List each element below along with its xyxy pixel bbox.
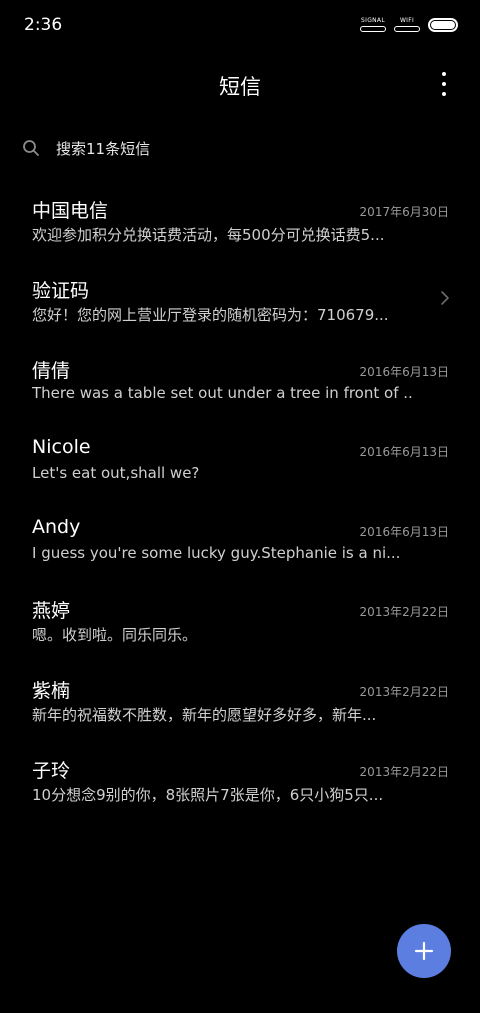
conversation-name: 燕婷: [32, 600, 71, 622]
wifi-icon: WIFI: [394, 17, 420, 32]
signal-bar: [360, 26, 386, 32]
conversation-date: 2016年6月13日: [359, 365, 449, 379]
conversation-preview: I guess you're some lucky guy.Stephanie …: [32, 544, 401, 562]
conversation-item[interactable]: 子玲 2013年2月22日 10分想念9别的你，8张照片7张是你，6只小狗5只.…: [0, 740, 480, 820]
conversation-list: 中国电信 2017年6月30日 欢迎参加积分兑换话费活动，每500分可兑换话费5…: [0, 180, 480, 820]
battery-fill: [431, 20, 455, 29]
battery-icon: [428, 17, 458, 32]
wifi-bar: [394, 26, 420, 32]
conversation-date: 2013年2月22日: [359, 765, 449, 779]
signal-icon: SIGNAL: [360, 17, 386, 32]
conversation-preview: 10分想念9别的你，8张照片7张是你，6只小狗5只...: [32, 786, 384, 804]
conversation-date: 2016年6月13日: [359, 445, 449, 459]
search-icon: [23, 140, 39, 156]
conversation-date: 2016年6月13日: [359, 525, 449, 539]
conversation-preview: Let's eat out,shall we?: [32, 464, 200, 482]
conversation-name: 子玲: [32, 760, 71, 782]
conversation-name: Nicole: [32, 436, 91, 458]
status-time: 2:36: [24, 15, 63, 35]
search-bar[interactable]: 搜索11条短信: [22, 130, 462, 166]
wifi-label: WIFI: [399, 17, 415, 24]
page-title: 短信: [219, 75, 261, 99]
more-vertical-icon[interactable]: [434, 72, 454, 96]
conversation-item[interactable]: 紫楠 2013年2月22日 新年的祝福数不胜数，新年的愿望好多好多，新年...: [0, 660, 480, 740]
plus-icon: [414, 941, 434, 961]
conversation-preview: 您好！您的网上营业厅登录的随机密码为：710679...: [32, 306, 389, 324]
conversation-name: 中国电信: [32, 200, 109, 222]
more-dot: [442, 72, 446, 76]
conversation-item[interactable]: 倩倩 2016年6月13日 There was a table set out …: [0, 340, 480, 420]
signal-label: SIGNAL: [361, 17, 385, 24]
conversation-date: 2017年6月30日: [359, 205, 449, 219]
conversation-name: 倩倩: [32, 360, 71, 382]
more-dot: [442, 82, 446, 86]
conversation-preview: 新年的祝福数不胜数，新年的愿望好多好多，新年...: [32, 706, 377, 724]
conversation-item[interactable]: 验证码 您好！您的网上营业厅登录的随机密码为：710679...: [0, 260, 480, 340]
conversation-item[interactable]: 燕婷 2013年2月22日 嗯。收到啦。同乐同乐。: [0, 580, 480, 660]
conversation-date: 2013年2月22日: [359, 685, 449, 699]
conversation-name: Andy: [32, 516, 81, 538]
conversation-name: 紫楠: [32, 680, 71, 702]
conversation-item[interactable]: 中国电信 2017年6月30日 欢迎参加积分兑换话费活动，每500分可兑换话费5…: [0, 180, 480, 260]
chevron-right-icon: [441, 291, 449, 305]
search-input[interactable]: 搜索11条短信: [56, 138, 150, 159]
new-message-button[interactable]: [397, 924, 451, 978]
app-header: 短信: [0, 62, 480, 106]
conversation-preview: 欢迎参加积分兑换话费活动，每500分可兑换话费5...: [32, 226, 385, 244]
conversation-item[interactable]: Andy 2016年6月13日 I guess you're some luck…: [0, 500, 480, 580]
conversation-item[interactable]: Nicole 2016年6月13日 Let's eat out,shall we…: [0, 420, 480, 500]
conversation-preview: There was a table set out under a tree i…: [32, 384, 412, 402]
conversation-date: 2013年2月22日: [359, 605, 449, 619]
conversation-preview: 嗯。收到啦。同乐同乐。: [32, 626, 198, 644]
status-icons: SIGNAL WIFI: [360, 17, 458, 32]
more-dot: [442, 92, 446, 96]
status-bar: 2:36 SIGNAL WIFI: [0, 0, 480, 52]
conversation-name: 验证码: [32, 280, 90, 302]
